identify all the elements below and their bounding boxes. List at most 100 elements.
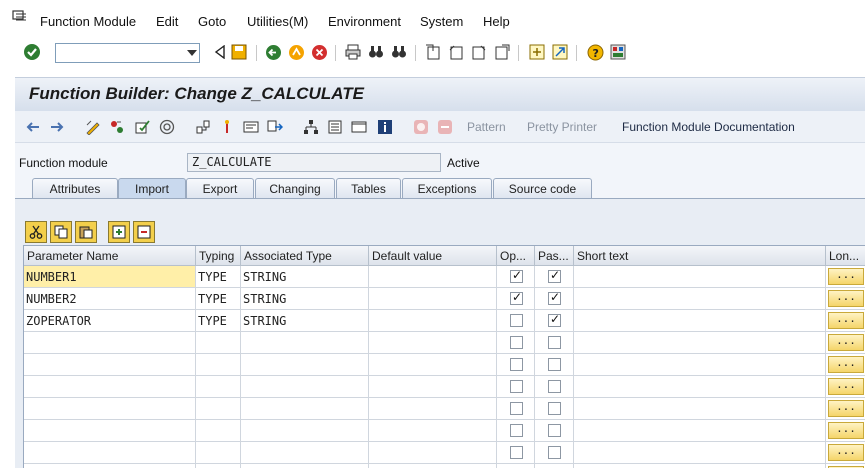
table-cell-optional[interactable]	[497, 398, 535, 420]
paste-button[interactable]	[75, 221, 97, 243]
table-cell-typing[interactable]: TYPE	[196, 266, 241, 288]
table-cell-name[interactable]: ZOPERATOR	[24, 310, 196, 332]
test-icon[interactable]	[243, 119, 259, 135]
table-cell-default[interactable]	[369, 354, 497, 376]
layout-menu-button[interactable]	[608, 42, 628, 62]
pass-value-checkbox[interactable]	[548, 358, 561, 371]
tab-import[interactable]: Import	[118, 178, 186, 198]
table-cell-optional[interactable]	[497, 288, 535, 310]
column-header-typing[interactable]: Typing	[196, 246, 241, 266]
table-cell-typing[interactable]: TYPE	[196, 288, 241, 310]
table-cell-assoc[interactable]	[241, 332, 369, 354]
column-header-default-value[interactable]: Default value	[369, 246, 497, 266]
arrow-right-icon[interactable]	[49, 119, 65, 135]
shortcut-button[interactable]	[550, 42, 570, 62]
table-cell-typing[interactable]: TYPE	[196, 310, 241, 332]
table-cell-name[interactable]	[24, 464, 196, 468]
menu-help[interactable]: Help	[483, 14, 510, 29]
table-cell-typing[interactable]	[196, 332, 241, 354]
long-text-button[interactable]: ...	[828, 268, 864, 285]
table-cell-pass-value[interactable]	[535, 266, 574, 288]
pass-value-checkbox[interactable]	[548, 268, 561, 283]
pass-value-checkbox[interactable]	[548, 446, 561, 459]
table-cell-typing[interactable]	[196, 376, 241, 398]
table-cell-long[interactable]: ...	[826, 464, 865, 468]
copy-button[interactable]	[50, 221, 72, 243]
menu-goto[interactable]: Goto	[198, 14, 226, 29]
table-cell-short-text[interactable]	[574, 420, 826, 442]
table-cell-name[interactable]	[24, 398, 196, 420]
table-cell-default[interactable]	[369, 310, 497, 332]
tab-source-code[interactable]: Source code	[493, 178, 592, 198]
column-header-pass-value[interactable]: Pas...	[535, 246, 574, 266]
cut-button[interactable]	[25, 221, 47, 243]
enter-button[interactable]	[22, 42, 42, 62]
function-module-field[interactable]: Z_CALCULATE	[187, 153, 441, 172]
hierarchy-icon[interactable]	[303, 119, 319, 135]
tab-export[interactable]: Export	[186, 178, 254, 198]
new-session-button[interactable]	[527, 42, 547, 62]
menu-edit[interactable]: Edit	[156, 14, 178, 29]
optional-checkbox[interactable]	[510, 446, 523, 459]
long-text-button[interactable]: ...	[828, 444, 864, 461]
table-cell-short-text[interactable]	[574, 376, 826, 398]
table-cell-pass-value[interactable]	[535, 332, 574, 354]
display-change-icon[interactable]	[85, 119, 101, 135]
column-header-parameter-name[interactable]: Parameter Name	[24, 246, 196, 266]
table-cell-optional[interactable]	[497, 310, 535, 332]
table-cell-pass-value[interactable]	[535, 420, 574, 442]
pass-value-checkbox[interactable]	[548, 424, 561, 437]
table-cell-pass-value[interactable]	[535, 376, 574, 398]
long-text-button[interactable]: ...	[828, 334, 864, 351]
table-cell-optional[interactable]	[497, 464, 535, 468]
table-cell-assoc[interactable]	[241, 442, 369, 464]
table-cell-name[interactable]: NUMBER2	[24, 288, 196, 310]
table-cell-assoc[interactable]	[241, 464, 369, 468]
table-cell-long[interactable]: ...	[826, 310, 865, 332]
long-text-button[interactable]: ...	[828, 312, 864, 329]
table-cell-assoc[interactable]: STRING	[241, 266, 369, 288]
pretty-printer-button[interactable]: Pretty Printer	[527, 120, 597, 134]
back-arrow-button[interactable]	[210, 42, 230, 62]
optional-checkbox[interactable]	[510, 336, 523, 349]
previous-page-button[interactable]	[446, 42, 466, 62]
next-page-button[interactable]	[469, 42, 489, 62]
table-cell-default[interactable]	[369, 442, 497, 464]
table-cell-default[interactable]	[369, 376, 497, 398]
find-button[interactable]	[366, 42, 386, 62]
tab-exceptions[interactable]: Exceptions	[402, 178, 492, 198]
find-next-button[interactable]	[389, 42, 409, 62]
menu-environment[interactable]: Environment	[328, 14, 401, 29]
table-cell-default[interactable]	[369, 266, 497, 288]
pass-value-checkbox[interactable]	[548, 380, 561, 393]
table-cell-long[interactable]: ...	[826, 354, 865, 376]
table-cell-name[interactable]	[24, 376, 196, 398]
table-cell-typing[interactable]	[196, 354, 241, 376]
table-cell-short-text[interactable]	[574, 332, 826, 354]
table-cell-optional[interactable]	[497, 420, 535, 442]
where-used-icon[interactable]	[195, 119, 211, 135]
fullscreen-icon[interactable]	[351, 119, 367, 135]
last-page-button[interactable]	[492, 42, 512, 62]
pin-icon[interactable]	[219, 119, 235, 135]
table-cell-pass-value[interactable]	[535, 398, 574, 420]
table-cell-name[interactable]	[24, 442, 196, 464]
table-cell-long[interactable]: ...	[826, 266, 865, 288]
table-cell-typing[interactable]	[196, 398, 241, 420]
pattern-button[interactable]: Pattern	[467, 120, 506, 134]
table-cell-typing[interactable]	[196, 420, 241, 442]
tab-tables[interactable]: Tables	[336, 178, 401, 198]
table-cell-typing[interactable]	[196, 464, 241, 468]
table-cell-default[interactable]	[369, 332, 497, 354]
table-cell-assoc[interactable]	[241, 420, 369, 442]
optional-checkbox[interactable]	[510, 290, 523, 305]
pass-value-checkbox[interactable]	[548, 402, 561, 415]
table-cell-optional[interactable]	[497, 332, 535, 354]
active-inactive-icon[interactable]	[109, 119, 125, 135]
table-cell-optional[interactable]	[497, 354, 535, 376]
tab-changing[interactable]: Changing	[255, 178, 335, 198]
table-cell-long[interactable]: ...	[826, 288, 865, 310]
tab-attributes[interactable]: Attributes	[32, 178, 118, 198]
menu-system[interactable]: System	[420, 14, 463, 29]
table-cell-name[interactable]	[24, 420, 196, 442]
